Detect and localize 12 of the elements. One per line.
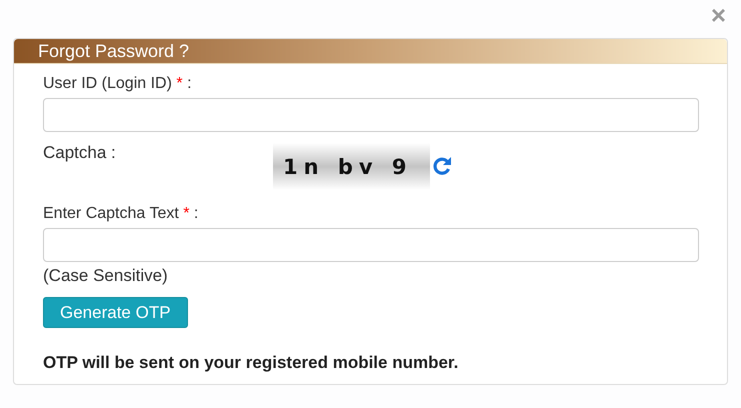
hint-text: (Case Sensitive) [43,266,169,286]
field-label: Captcha : [43,143,117,163]
field-label: Enter Captcha Text * : [43,204,198,224]
info-text: OTP will be sent on your registered mobile number. [43,352,460,374]
close-button[interactable]: × [710,2,726,28]
input-field[interactable] [43,228,699,262]
field-label: User ID (Login ID) * : [43,74,192,94]
panel-title: Forgot Password ? [38,40,190,62]
captcha-text: 1n bv 9 [283,154,413,180]
refresh-icon[interactable] [432,156,452,176]
input-field[interactable] [43,98,699,132]
generate-otp-button[interactable]: Generate OTP [43,297,188,328]
